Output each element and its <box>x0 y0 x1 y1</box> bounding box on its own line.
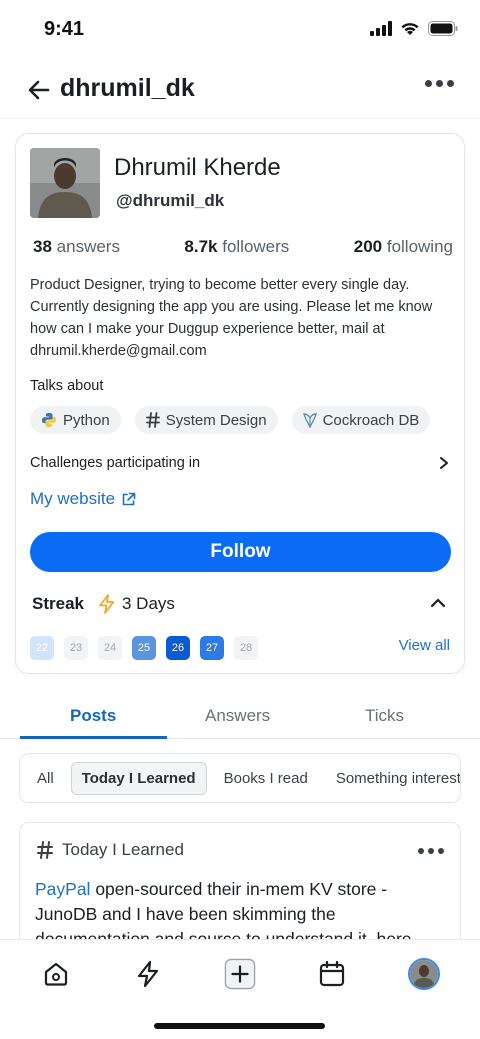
profile-name: Dhrumil Kherde <box>114 154 281 181</box>
topic-chip-cockroach-db[interactable]: Cockroach DB <box>291 406 431 434</box>
battery-icon <box>428 21 458 36</box>
streak-day: 26 <box>166 636 190 660</box>
avatar <box>30 148 100 218</box>
profile-stats: 38 answers 8.7k followers 200 following <box>33 237 453 257</box>
streak-label: Streak <box>32 594 84 613</box>
active-tab-indicator <box>20 736 167 739</box>
streak-day: 24 <box>98 636 122 660</box>
more-options-icon[interactable] <box>425 80 454 87</box>
external-link-icon <box>122 492 136 505</box>
profile-handle: @dhrumil_dk <box>116 191 225 210</box>
page-title: dhrumil_dk <box>60 74 195 102</box>
filter-bar: All Today I Learned Books I read Somethi… <box>19 753 461 803</box>
signal-icon <box>370 21 392 36</box>
followers-stat[interactable]: 8.7k followers <box>184 237 289 257</box>
profile-bio: Product Designer, trying to become bette… <box>30 277 433 359</box>
hash-icon <box>145 412 160 428</box>
lightning-icon <box>137 960 159 988</box>
streak-row: Streak 3 Days <box>32 592 450 616</box>
lightning-icon <box>99 594 115 614</box>
nav-home[interactable] <box>40 958 72 990</box>
status-icons <box>370 21 458 36</box>
nav-calendar[interactable] <box>316 958 348 990</box>
streak-day: 27 <box>200 636 224 660</box>
content-tabs: Posts Answers Ticks <box>0 700 480 739</box>
calendar-icon <box>319 960 345 987</box>
status-time: 9:41 <box>44 18 85 40</box>
streak-day: 28 <box>234 636 258 660</box>
tab-posts[interactable]: Posts <box>70 706 116 726</box>
filter-all[interactable]: All <box>37 770 54 787</box>
topic-chip-system-design[interactable]: System Design <box>134 406 278 434</box>
website-link[interactable]: My website <box>30 489 136 509</box>
post-tag: Today I Learned <box>36 840 184 860</box>
bottom-nav <box>0 939 480 1039</box>
filter-today-i-learned[interactable]: Today I Learned <box>70 761 207 795</box>
streak-days: 22 23 24 25 26 27 28 <box>30 636 258 660</box>
hash-icon <box>37 841 53 859</box>
nav-activity[interactable] <box>132 958 164 990</box>
chevron-up-icon[interactable] <box>430 596 446 610</box>
avatar <box>408 958 440 990</box>
challenges-row[interactable]: Challenges participating in <box>30 452 450 474</box>
cockroach-db-icon <box>302 413 317 428</box>
back-arrow-icon[interactable] <box>26 76 54 104</box>
home-indicator <box>154 1023 325 1029</box>
streak-value: 3 Days <box>98 594 175 614</box>
talks-about-label: Talks about <box>30 378 104 394</box>
answers-stat[interactable]: 38 answers <box>33 237 120 257</box>
post-link[interactable]: PayPal <box>35 879 90 899</box>
top-header: dhrumil_dk <box>0 62 480 118</box>
challenges-label: Challenges participating in <box>30 455 201 471</box>
following-stat[interactable]: 200 following <box>354 237 453 257</box>
wifi-icon <box>401 23 419 35</box>
filter-something-interesting[interactable]: Something interesting <box>336 770 460 787</box>
nav-profile[interactable] <box>408 958 440 990</box>
home-icon <box>44 962 68 986</box>
post-more-options-icon[interactable] <box>418 848 444 854</box>
header-divider <box>0 118 480 119</box>
status-bar: 9:41 <box>0 0 480 60</box>
filter-books-i-read[interactable]: Books I read <box>224 770 308 787</box>
python-icon <box>42 413 56 427</box>
tab-answers[interactable]: Answers <box>205 706 270 726</box>
nav-create[interactable] <box>224 958 256 990</box>
follow-button[interactable]: Follow <box>30 532 451 572</box>
streak-day: 23 <box>64 636 88 660</box>
topic-chips: Python System Design Cockroach DB <box>30 406 431 434</box>
chevron-right-icon <box>440 457 448 469</box>
view-all-link[interactable]: View all <box>399 637 450 654</box>
tab-ticks[interactable]: Ticks <box>365 706 404 726</box>
profile-card: Dhrumil Kherde @dhrumil_dk 38 answers 8.… <box>15 133 465 674</box>
topic-chip-python[interactable]: Python <box>30 406 121 434</box>
plus-square-icon <box>224 958 256 990</box>
streak-day: 22 <box>30 636 54 660</box>
streak-day: 25 <box>132 636 156 660</box>
